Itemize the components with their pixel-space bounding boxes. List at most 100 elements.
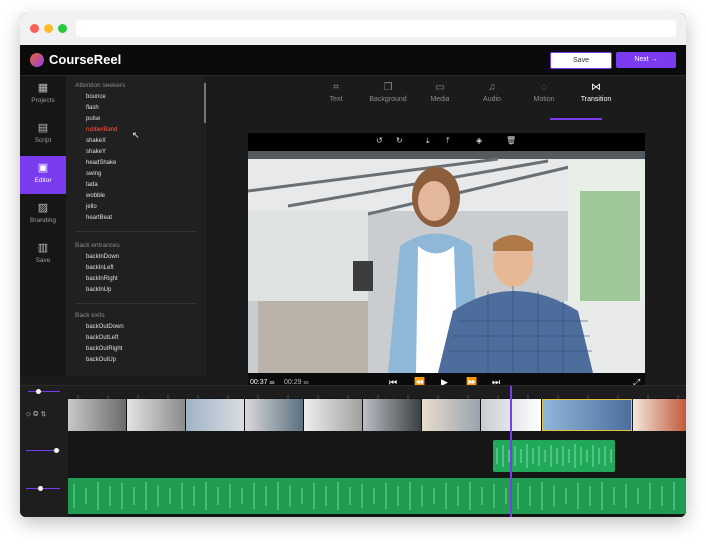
animation-item[interactable]: swing [86, 171, 101, 177]
arrow-right-icon: → [650, 56, 658, 63]
section-title: Attention seekers [75, 82, 126, 89]
clip-thumbnail[interactable] [68, 399, 127, 431]
nav-item-projects[interactable]: ▦ Projects [20, 76, 66, 114]
close-dot[interactable] [30, 24, 39, 33]
timeline-controls: ⬦ ◎ ⇅ [20, 386, 68, 517]
nav-item-save[interactable]: ▥ Save [20, 236, 66, 274]
nav-item-script[interactable]: ▤ Script [20, 116, 66, 154]
animation-item[interactable]: heartBeat [86, 215, 112, 221]
divider [75, 303, 197, 304]
tab-motion[interactable]: ◌ Motion [514, 82, 574, 103]
animation-item-selected[interactable]: rubberBand [86, 127, 117, 133]
animation-item[interactable]: pulse [86, 116, 100, 122]
left-nav: ▦ Projects ▤ Script ▣ Editor ▨ Branding … [20, 76, 66, 376]
background-icon: ❐ [383, 82, 393, 93]
background-music-clip[interactable] [68, 478, 686, 514]
delete-icon[interactable]: 🗑 [506, 136, 516, 145]
rotate-left-icon[interactable]: ↺ [376, 136, 383, 145]
nav-label: Projects [31, 97, 55, 104]
media-icon: ▭ [435, 82, 445, 93]
animation-item[interactable]: backOutUp [86, 357, 116, 363]
app-name: CourseReel [49, 52, 122, 67]
video-preview: ↺ ↻ ⤓ ⤒ ◈ 🗑 00:37 ss 00:29 ss ⏮ ⏪ ▶ ⏩ ⏭ … [248, 133, 645, 394]
animation-item[interactable]: shakeY [86, 149, 106, 155]
timeline-ruler[interactable] [68, 386, 686, 399]
nav-item-editor[interactable]: ▣ Editor [20, 156, 66, 194]
audio-icon: ♫ [488, 82, 496, 93]
tab-label: Media [430, 96, 450, 103]
next-button[interactable]: Next → [616, 52, 676, 68]
address-bar[interactable] [76, 20, 676, 37]
animation-item[interactable]: backInUp [86, 287, 111, 293]
clip-thumbnail-selected[interactable] [542, 399, 632, 431]
track-tools[interactable]: ⬦ ◎ ⇅ [26, 411, 47, 419]
logo[interactable]: CourseReel [30, 52, 121, 67]
animation-item[interactable]: backInDown [86, 254, 119, 260]
animation-item[interactable]: bounce [86, 94, 106, 100]
animation-item[interactable]: flash [86, 105, 99, 111]
tab-text[interactable]: ⌗ Text [306, 82, 366, 103]
clip-thumbnail[interactable] [422, 399, 481, 431]
browser-chrome [20, 13, 686, 45]
image-icon: ▨ [37, 202, 49, 214]
section-title: Back exits [75, 312, 105, 319]
clip-thumbnail[interactable] [304, 399, 363, 431]
tab-label: Transition [580, 96, 612, 103]
editor-icon: ▣ [37, 162, 49, 174]
document-icon: ▤ [37, 122, 49, 134]
playhead[interactable] [510, 386, 512, 517]
divider [75, 231, 197, 232]
tab-transition[interactable]: ⋈ Transition [566, 82, 626, 103]
nav-item-branding[interactable]: ▨ Branding [20, 196, 66, 234]
music-volume-slider[interactable] [26, 488, 60, 489]
music-volume-handle[interactable] [38, 486, 43, 491]
nav-label: Save [35, 257, 51, 264]
tab-label: Motion [533, 96, 555, 103]
next-label: Next [634, 56, 649, 63]
clip-thumbnail[interactable] [245, 399, 304, 431]
animation-item[interactable]: backOutLeft [86, 335, 118, 341]
animation-item[interactable]: jello [86, 204, 97, 210]
clip-thumbnail[interactable] [363, 399, 422, 431]
tab-label: Background [369, 96, 407, 103]
save-button[interactable]: Save [550, 52, 612, 69]
animation-item[interactable]: backOutDown [86, 324, 124, 330]
bring-forward-icon[interactable]: ⤒ [446, 136, 450, 146]
tab-audio[interactable]: ♫ Audio [462, 82, 522, 103]
clip-thumbnail[interactable] [127, 399, 186, 431]
top-bar: CourseReel Save Next → [20, 45, 686, 76]
clip-thumbnail[interactable] [633, 399, 686, 431]
volume-handle[interactable] [54, 448, 59, 453]
grid-icon: ▦ [37, 82, 49, 94]
video-track [68, 399, 686, 431]
zoom-handle[interactable] [36, 389, 41, 394]
minimize-dot[interactable] [44, 24, 53, 33]
tab-background[interactable]: ❐ Background [358, 82, 418, 103]
clip-thumbnail[interactable] [186, 399, 245, 431]
rotate-right-icon[interactable]: ↻ [396, 136, 403, 145]
animation-item[interactable]: headShake [86, 160, 116, 166]
send-backward-icon[interactable]: ⤓ [426, 136, 430, 146]
animation-item[interactable]: backInLeft [86, 265, 114, 271]
nav-label: Branding [29, 217, 57, 224]
tab-label: Text [329, 96, 343, 103]
preview-image [248, 151, 645, 373]
maximize-dot[interactable] [58, 24, 67, 33]
layers-icon[interactable]: ◈ [476, 136, 482, 145]
transition-icon: ⋈ [591, 82, 601, 93]
browser-window: CourseReel Save Next → ▦ Projects ▤ Scri… [20, 13, 686, 517]
timeline: ⬦ ◎ ⇅ [20, 385, 686, 517]
nav-label: Script [34, 137, 52, 144]
animation-item[interactable]: wobble [86, 193, 105, 199]
animation-item[interactable]: backOutRight [86, 346, 122, 352]
zoom-slider[interactable] [28, 391, 60, 392]
animation-item[interactable]: backInRight [86, 276, 118, 282]
animation-item[interactable]: shakeX [86, 138, 106, 144]
stage-toolbar: ↺ ↻ ⤓ ⤒ ◈ 🗑 [248, 133, 645, 151]
animation-item[interactable]: tada [86, 182, 98, 188]
animation-panel: Attention seekers bounce flash pulse rub… [66, 76, 206, 376]
tab-media[interactable]: ▭ Media [410, 82, 470, 103]
cursor-icon: ↖ [132, 130, 140, 140]
motion-icon: ◌ [541, 82, 547, 93]
nav-label: Editor [34, 177, 52, 184]
